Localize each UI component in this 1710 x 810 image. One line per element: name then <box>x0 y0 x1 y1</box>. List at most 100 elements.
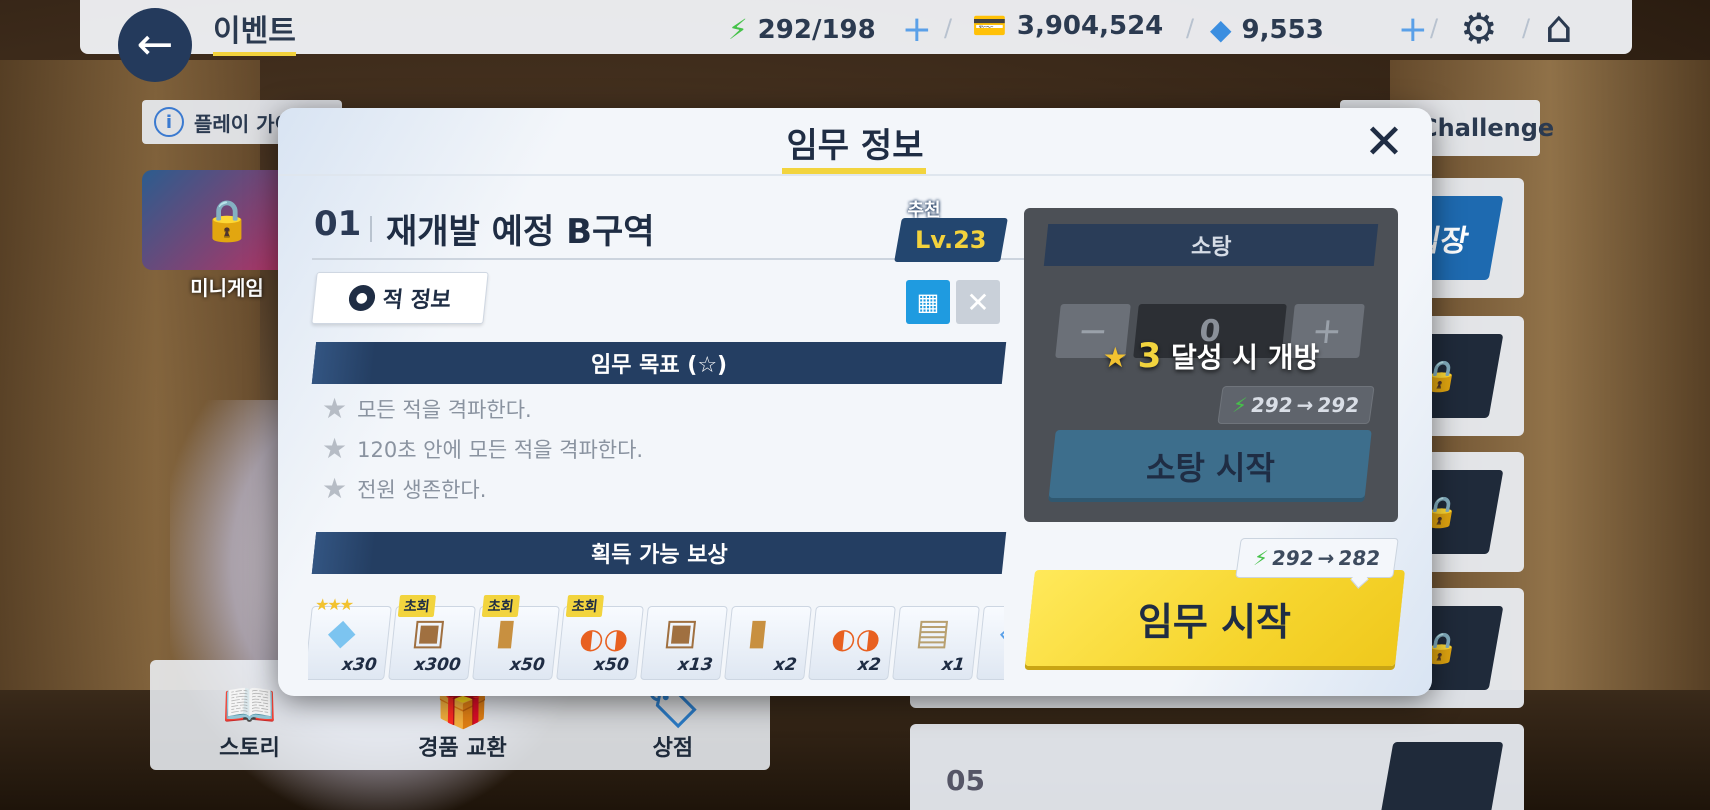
objective-item: ★ 모든 적을 격파한다. <box>322 394 532 424</box>
stage-number: 05 <box>946 764 985 797</box>
reward-qty: x50 <box>593 655 630 675</box>
objectives-header-label: 임무 목표 (☆) <box>590 353 728 378</box>
rewards-header-label: 획득 가능 보상 <box>590 543 728 568</box>
lock-icon: 🔒 <box>202 197 252 244</box>
reward-item[interactable]: ★★★ ◆ x30 <box>308 595 392 680</box>
ap-resource: ⚡ 292/198 + <box>728 9 932 50</box>
sweep-cost-from: 292 <box>1249 393 1295 417</box>
ghost-icon: ● <box>347 285 377 311</box>
reward-qty: x1 <box>940 655 966 675</box>
star-icon: ★ <box>322 432 348 465</box>
box-icon: ▣ <box>409 612 449 653</box>
item-icon: ◇ <box>997 612 1004 653</box>
reward-item[interactable]: ◇ <box>976 606 1004 680</box>
reward-item[interactable]: ▣ x13 <box>640 606 728 680</box>
lightning-icon: ⚡ <box>728 13 748 46</box>
close-icon[interactable]: ✕ <box>1356 114 1412 170</box>
challenge-tab-label: Challenge <box>1420 114 1555 142</box>
reward-qty: x300 <box>413 655 462 675</box>
sweep-lock-stars: 3 <box>1137 336 1162 376</box>
sweep-cost-bubble: ⚡ 292 → 292 <box>1217 386 1375 424</box>
sunglasses-icon: ◐◑ <box>577 622 631 655</box>
stage-number: 01 <box>314 204 362 244</box>
arrow-right-icon: → <box>1315 546 1337 570</box>
sweep-cost-to: 292 <box>1315 393 1361 417</box>
mission-start-button[interactable]: 임무 시작 <box>1024 570 1406 666</box>
mission-cost-to: 282 <box>1336 546 1382 570</box>
credit-card-icon: 💳 <box>972 9 1007 42</box>
reward-qty: x13 <box>677 655 714 675</box>
recommend-level: Lv.23 <box>915 226 987 254</box>
stage-name: 재개발 예정 B구역 <box>386 212 655 252</box>
lightning-icon: ⚡ <box>1252 546 1270 570</box>
gem-plus-button[interactable]: + <box>1398 9 1428 50</box>
sweep-start-label: 소탕 시작 <box>1145 449 1275 487</box>
gem-value: 9,553 <box>1241 14 1324 45</box>
divider: / <box>1186 14 1195 42</box>
ap-value: 292/198 <box>757 14 876 45</box>
menu-shop-label: 상점 <box>652 736 694 761</box>
menu-story-label: 스토리 <box>219 736 280 761</box>
objective-item: ★ 전원 생존한다. <box>322 474 486 504</box>
sweep-start-button[interactable]: 소탕 시작 <box>1048 430 1372 502</box>
star-icon: ★ <box>322 472 348 505</box>
sweep-lock-message: ★ 3 달성 시 개방 <box>1024 336 1398 376</box>
menu-story[interactable]: 📖 스토리 <box>219 679 280 762</box>
divider: / <box>1522 14 1531 42</box>
recommend-level-badge: Lv.23 <box>894 218 1008 262</box>
sweep-panel: 소탕 − 0 + ★ 3 달성 시 개방 ⚡ 292 → 292 소탕 시작 <box>1024 208 1398 522</box>
home-icon[interactable]: ⌂ <box>1545 2 1573 53</box>
page-title: 이벤트 <box>213 6 296 56</box>
mission-cost-bubble: ⚡ 292 → 282 <box>1235 538 1399 578</box>
reward-item[interactable]: 초회 ▣ x300 <box>388 595 476 680</box>
map-icon: ▤ <box>913 612 953 653</box>
reward-qty: x2 <box>856 655 882 675</box>
star-icon: ★ <box>322 392 348 425</box>
star-icon: ★ <box>1102 341 1128 374</box>
objective-text: 120초 안에 모든 적을 격파한다. <box>357 438 644 462</box>
reward-item[interactable]: ▮ x2 <box>724 606 812 680</box>
enemy-info-label: 적 정보 <box>381 288 453 313</box>
info-icon: i <box>154 107 184 137</box>
objective-text: 전원 생존한다. <box>357 478 487 502</box>
rewards-header: 획득 가능 보상 <box>311 532 1007 574</box>
city-terrain-icon[interactable]: ▦ <box>906 280 950 324</box>
back-button[interactable]: ← <box>118 8 192 82</box>
gear-icon[interactable]: ⚙ <box>1460 4 1498 53</box>
pyroxene-icon: ◆ <box>1210 13 1232 46</box>
stage-card[interactable]: 05 <box>910 724 1524 810</box>
gem-resource: ◆ 9,553 + <box>1210 9 1428 50</box>
popsicle-icon: ▮ <box>745 612 771 653</box>
arrow-right-icon: → <box>1294 393 1316 417</box>
mission-start-label: 임무 시작 <box>1138 599 1292 644</box>
reward-item[interactable]: ◐◑ x2 <box>808 606 896 680</box>
modal-header: 임무 정보 ✕ <box>278 108 1432 176</box>
ap-plus-button[interactable]: + <box>902 9 932 50</box>
divider: / <box>1430 14 1439 42</box>
reward-qty: x50 <box>509 655 546 675</box>
first-clear-tag: 초회 <box>565 595 604 617</box>
objectives-header: 임무 목표 (☆) <box>311 342 1007 384</box>
title-underline <box>782 168 926 174</box>
box-icon: ▣ <box>661 612 701 653</box>
modal-title: 임무 정보 <box>786 126 924 166</box>
enemy-info-button[interactable]: ● 적 정보 <box>311 272 489 324</box>
crystal-icon: ◆ <box>325 612 358 653</box>
reward-list: ★★★ ◆ x30 초회 ▣ x300 초회 ▮ x50 초회 ◐◑ x50 ▣… <box>308 592 1004 684</box>
sweep-lock-text: 달성 시 개방 <box>1170 341 1320 374</box>
popsicle-icon: ▮ <box>493 612 519 653</box>
objective-text: 모든 적을 격파한다. <box>357 398 532 422</box>
mission-cost-from: 292 <box>1270 546 1316 570</box>
reward-item[interactable]: 초회 ◐◑ x50 <box>556 595 644 680</box>
book-icon: 📖 <box>222 679 277 731</box>
reward-item[interactable]: 초회 ▮ x50 <box>472 595 560 680</box>
reward-item[interactable]: ▤ x1 <box>892 606 980 680</box>
mission-info-modal: 임무 정보 ✕ 01 재개발 예정 B구역 추천 Lv.23 ● 적 정보 ▦ … <box>278 108 1432 696</box>
credit-resource: 💳 3,904,524 <box>972 9 1163 42</box>
sweep-title-label: 소탕 <box>1190 235 1232 260</box>
divider: / <box>944 14 953 42</box>
menu-exchange-label: 경품 교환 <box>418 736 507 761</box>
back-arrow-icon: ← <box>136 19 174 70</box>
reward-qty: x2 <box>772 655 798 675</box>
sweep-title: 소탕 <box>1043 224 1379 266</box>
